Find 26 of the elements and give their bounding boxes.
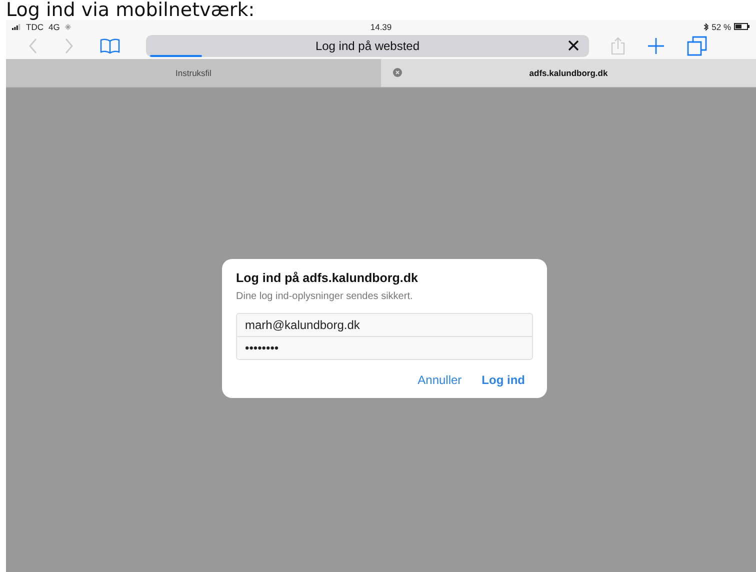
dialog-message: Dine log ind-oplysninger sendes sikkert. (236, 291, 414, 302)
cancel-button[interactable]: Annuller (418, 373, 462, 387)
dialog-title: Log ind på adfs.kalundborg.dk (236, 271, 419, 285)
address-bar[interactable]: Log ind på websted (146, 35, 589, 57)
browser-tab[interactable]: Instruksfil (6, 59, 381, 87)
battery-percentage: 52 % (712, 22, 731, 32)
tab-label: Instruksfil (176, 68, 212, 78)
battery-icon (734, 23, 750, 30)
password-field[interactable]: •••••••• (237, 336, 532, 359)
page-title: Log ind på websted (315, 39, 420, 53)
activity-icon (64, 24, 71, 30)
tab-label: adfs.kalundborg.dk (529, 68, 608, 78)
username-field[interactable]: marh@kalundborg.dk (237, 314, 532, 336)
book-icon[interactable] (100, 38, 120, 54)
close-tab-icon[interactable] (393, 68, 402, 77)
log-in-button[interactable]: Log ind (482, 373, 525, 387)
page-heading: Log ind via mobilnetværk: (6, 0, 255, 20)
close-icon[interactable] (568, 40, 579, 51)
carrier-label: TDC (26, 22, 44, 32)
clock-label: 14.39 (370, 22, 392, 32)
plus-icon[interactable] (647, 37, 665, 55)
bluetooth-icon (704, 22, 709, 30)
signal-icon (12, 24, 21, 30)
tabs-icon[interactable] (687, 36, 707, 56)
browser-tab[interactable]: adfs.kalundborg.dk (381, 59, 756, 87)
network-label: 4G (48, 22, 60, 32)
